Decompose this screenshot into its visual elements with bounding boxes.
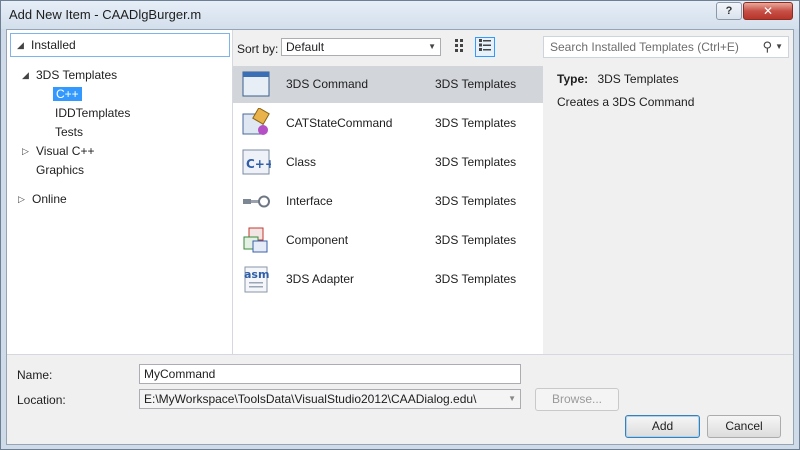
search-icon[interactable]: ⚲ bbox=[762, 37, 772, 57]
interface-icon bbox=[243, 195, 270, 208]
expanded-triangle-icon[interactable]: ◢ bbox=[22, 67, 29, 83]
form-area: Name: MyCommand Location: E:\MyWorkspace… bbox=[7, 354, 793, 444]
window-icon bbox=[242, 71, 270, 97]
template-row-interface[interactable]: Interface 3DS Templates bbox=[233, 183, 543, 220]
name-input[interactable]: MyCommand bbox=[139, 364, 521, 384]
tree-item-graphics[interactable]: Graphics bbox=[36, 162, 84, 178]
tree-item-label: Graphics bbox=[36, 163, 85, 177]
template-category: 3DS Templates bbox=[435, 77, 517, 91]
detail-type: Type: 3DS Templates bbox=[557, 72, 679, 86]
browse-button[interactable]: Browse... bbox=[535, 388, 619, 411]
dropdown-arrow-icon[interactable]: ▼ bbox=[775, 37, 783, 57]
window-title: Add New Item - CAADlgBurger.m bbox=[9, 7, 202, 22]
collapsed-triangle-icon[interactable]: ▷ bbox=[18, 191, 25, 207]
close-button[interactable]: ✕ bbox=[743, 2, 793, 20]
template-row-class[interactable]: C++ Class 3DS Templates bbox=[233, 144, 543, 181]
dialog-body: ◢ Installed ◢ 3DS Templates C++ IDDTempl… bbox=[6, 29, 794, 445]
name-label: Name: bbox=[17, 368, 53, 382]
help-button[interactable]: ? bbox=[716, 2, 742, 20]
search-placeholder: Search Installed Templates (Ctrl+E) bbox=[550, 40, 739, 54]
tree-item-cpp[interactable]: C++ bbox=[53, 86, 82, 102]
dropdown-arrow-icon: ▼ bbox=[428, 42, 436, 51]
search-input[interactable]: Search Installed Templates (Ctrl+E) ⚲ ▼ bbox=[543, 36, 789, 58]
tree-item-visual-cpp[interactable]: ▷ Visual C++ bbox=[22, 143, 95, 159]
svg-text:asm: asm bbox=[244, 268, 269, 281]
template-category: 3DS Templates bbox=[435, 194, 517, 208]
details-panel: Search Installed Templates (Ctrl+E) ⚲ ▼ … bbox=[543, 30, 793, 354]
collapsed-triangle-icon[interactable]: ▷ bbox=[22, 143, 29, 159]
template-name: 3DS Command bbox=[286, 77, 369, 91]
svg-text:C++: C++ bbox=[246, 157, 271, 171]
asm-icon: asm bbox=[244, 266, 269, 293]
template-name: CATStateCommand bbox=[286, 116, 393, 130]
tree-item-label: IDDTemplates bbox=[55, 106, 131, 120]
sort-bar: Sort by: Default ▼ bbox=[233, 30, 543, 64]
template-name: Class bbox=[286, 155, 317, 169]
template-row-catstatecommand[interactable]: CATStateCommand 3DS Templates bbox=[233, 105, 543, 142]
location-label: Location: bbox=[17, 393, 66, 407]
medium-icons-view-button[interactable] bbox=[451, 37, 471, 57]
tree-item-tests[interactable]: Tests bbox=[55, 124, 83, 140]
component-icon bbox=[243, 227, 268, 253]
add-new-item-dialog: Add New Item - CAADlgBurger.m ? ✕ ◢ Inst… bbox=[0, 0, 800, 450]
add-button[interactable]: Add bbox=[625, 415, 700, 438]
tree-item-label: 3DS Templates bbox=[36, 68, 118, 82]
tree-item-3ds-templates[interactable]: ◢ 3DS Templates bbox=[22, 67, 118, 83]
tree-item-online[interactable]: ▷ Online bbox=[18, 191, 67, 207]
cpp-class-icon: C++ bbox=[242, 149, 271, 175]
template-category: 3DS Templates bbox=[435, 233, 517, 247]
template-row-3ds-adapter[interactable]: asm 3DS Adapter 3DS Templates bbox=[233, 261, 543, 298]
name-value: MyCommand bbox=[144, 367, 216, 381]
sort-by-value: Default bbox=[286, 40, 325, 54]
template-name: Interface bbox=[286, 194, 333, 208]
template-name: 3DS Adapter bbox=[286, 272, 355, 286]
template-category: 3DS Templates bbox=[435, 116, 517, 130]
tree-item-iddtemplates[interactable]: IDDTemplates bbox=[55, 105, 130, 121]
tree-item-label: Tests bbox=[55, 125, 84, 139]
location-input[interactable]: E:\MyWorkspace\ToolsData\VisualStudio201… bbox=[139, 389, 521, 409]
tree-header-label: Installed bbox=[31, 38, 76, 52]
template-category: 3DS Templates bbox=[435, 272, 517, 286]
tree-header-installed[interactable]: ◢ Installed bbox=[10, 33, 230, 57]
template-row-component[interactable]: Component 3DS Templates bbox=[233, 222, 543, 259]
template-list: 3DS Command 3DS Templates CATStateComman… bbox=[233, 66, 543, 354]
template-row-3ds-command[interactable]: 3DS Command 3DS Templates bbox=[233, 66, 543, 103]
sort-by-select[interactable]: Default ▼ bbox=[281, 38, 441, 56]
detail-description: Creates a 3DS Command bbox=[557, 95, 695, 109]
template-tree: ◢ Installed ◢ 3DS Templates C++ IDDTempl… bbox=[7, 30, 233, 354]
tree-item-label: C++ bbox=[53, 87, 82, 101]
detail-type-label: Type: bbox=[557, 72, 589, 86]
list-icon bbox=[479, 39, 491, 51]
title-bar[interactable]: Add New Item - CAADlgBurger.m ? ✕ bbox=[1, 1, 799, 29]
sort-by-label: Sort by: bbox=[237, 42, 279, 56]
small-icons-view-button[interactable] bbox=[475, 37, 495, 57]
detail-type-value: 3DS Templates bbox=[597, 72, 679, 86]
state-command-icon bbox=[242, 108, 270, 135]
template-category: 3DS Templates bbox=[435, 155, 517, 169]
grid-icon bbox=[455, 39, 463, 52]
cancel-button[interactable]: Cancel bbox=[707, 415, 781, 438]
tree-item-label: Online bbox=[32, 192, 67, 206]
collapse-triangle-icon[interactable]: ◢ bbox=[17, 34, 24, 56]
tree-item-label: Visual C++ bbox=[36, 144, 95, 158]
location-value: E:\MyWorkspace\ToolsData\VisualStudio201… bbox=[144, 392, 477, 406]
template-name: Component bbox=[286, 233, 349, 247]
dropdown-arrow-icon[interactable]: ▼ bbox=[508, 390, 516, 408]
template-list-panel: Sort by: Default ▼ 3DS Command 3DS Templ… bbox=[233, 30, 543, 354]
